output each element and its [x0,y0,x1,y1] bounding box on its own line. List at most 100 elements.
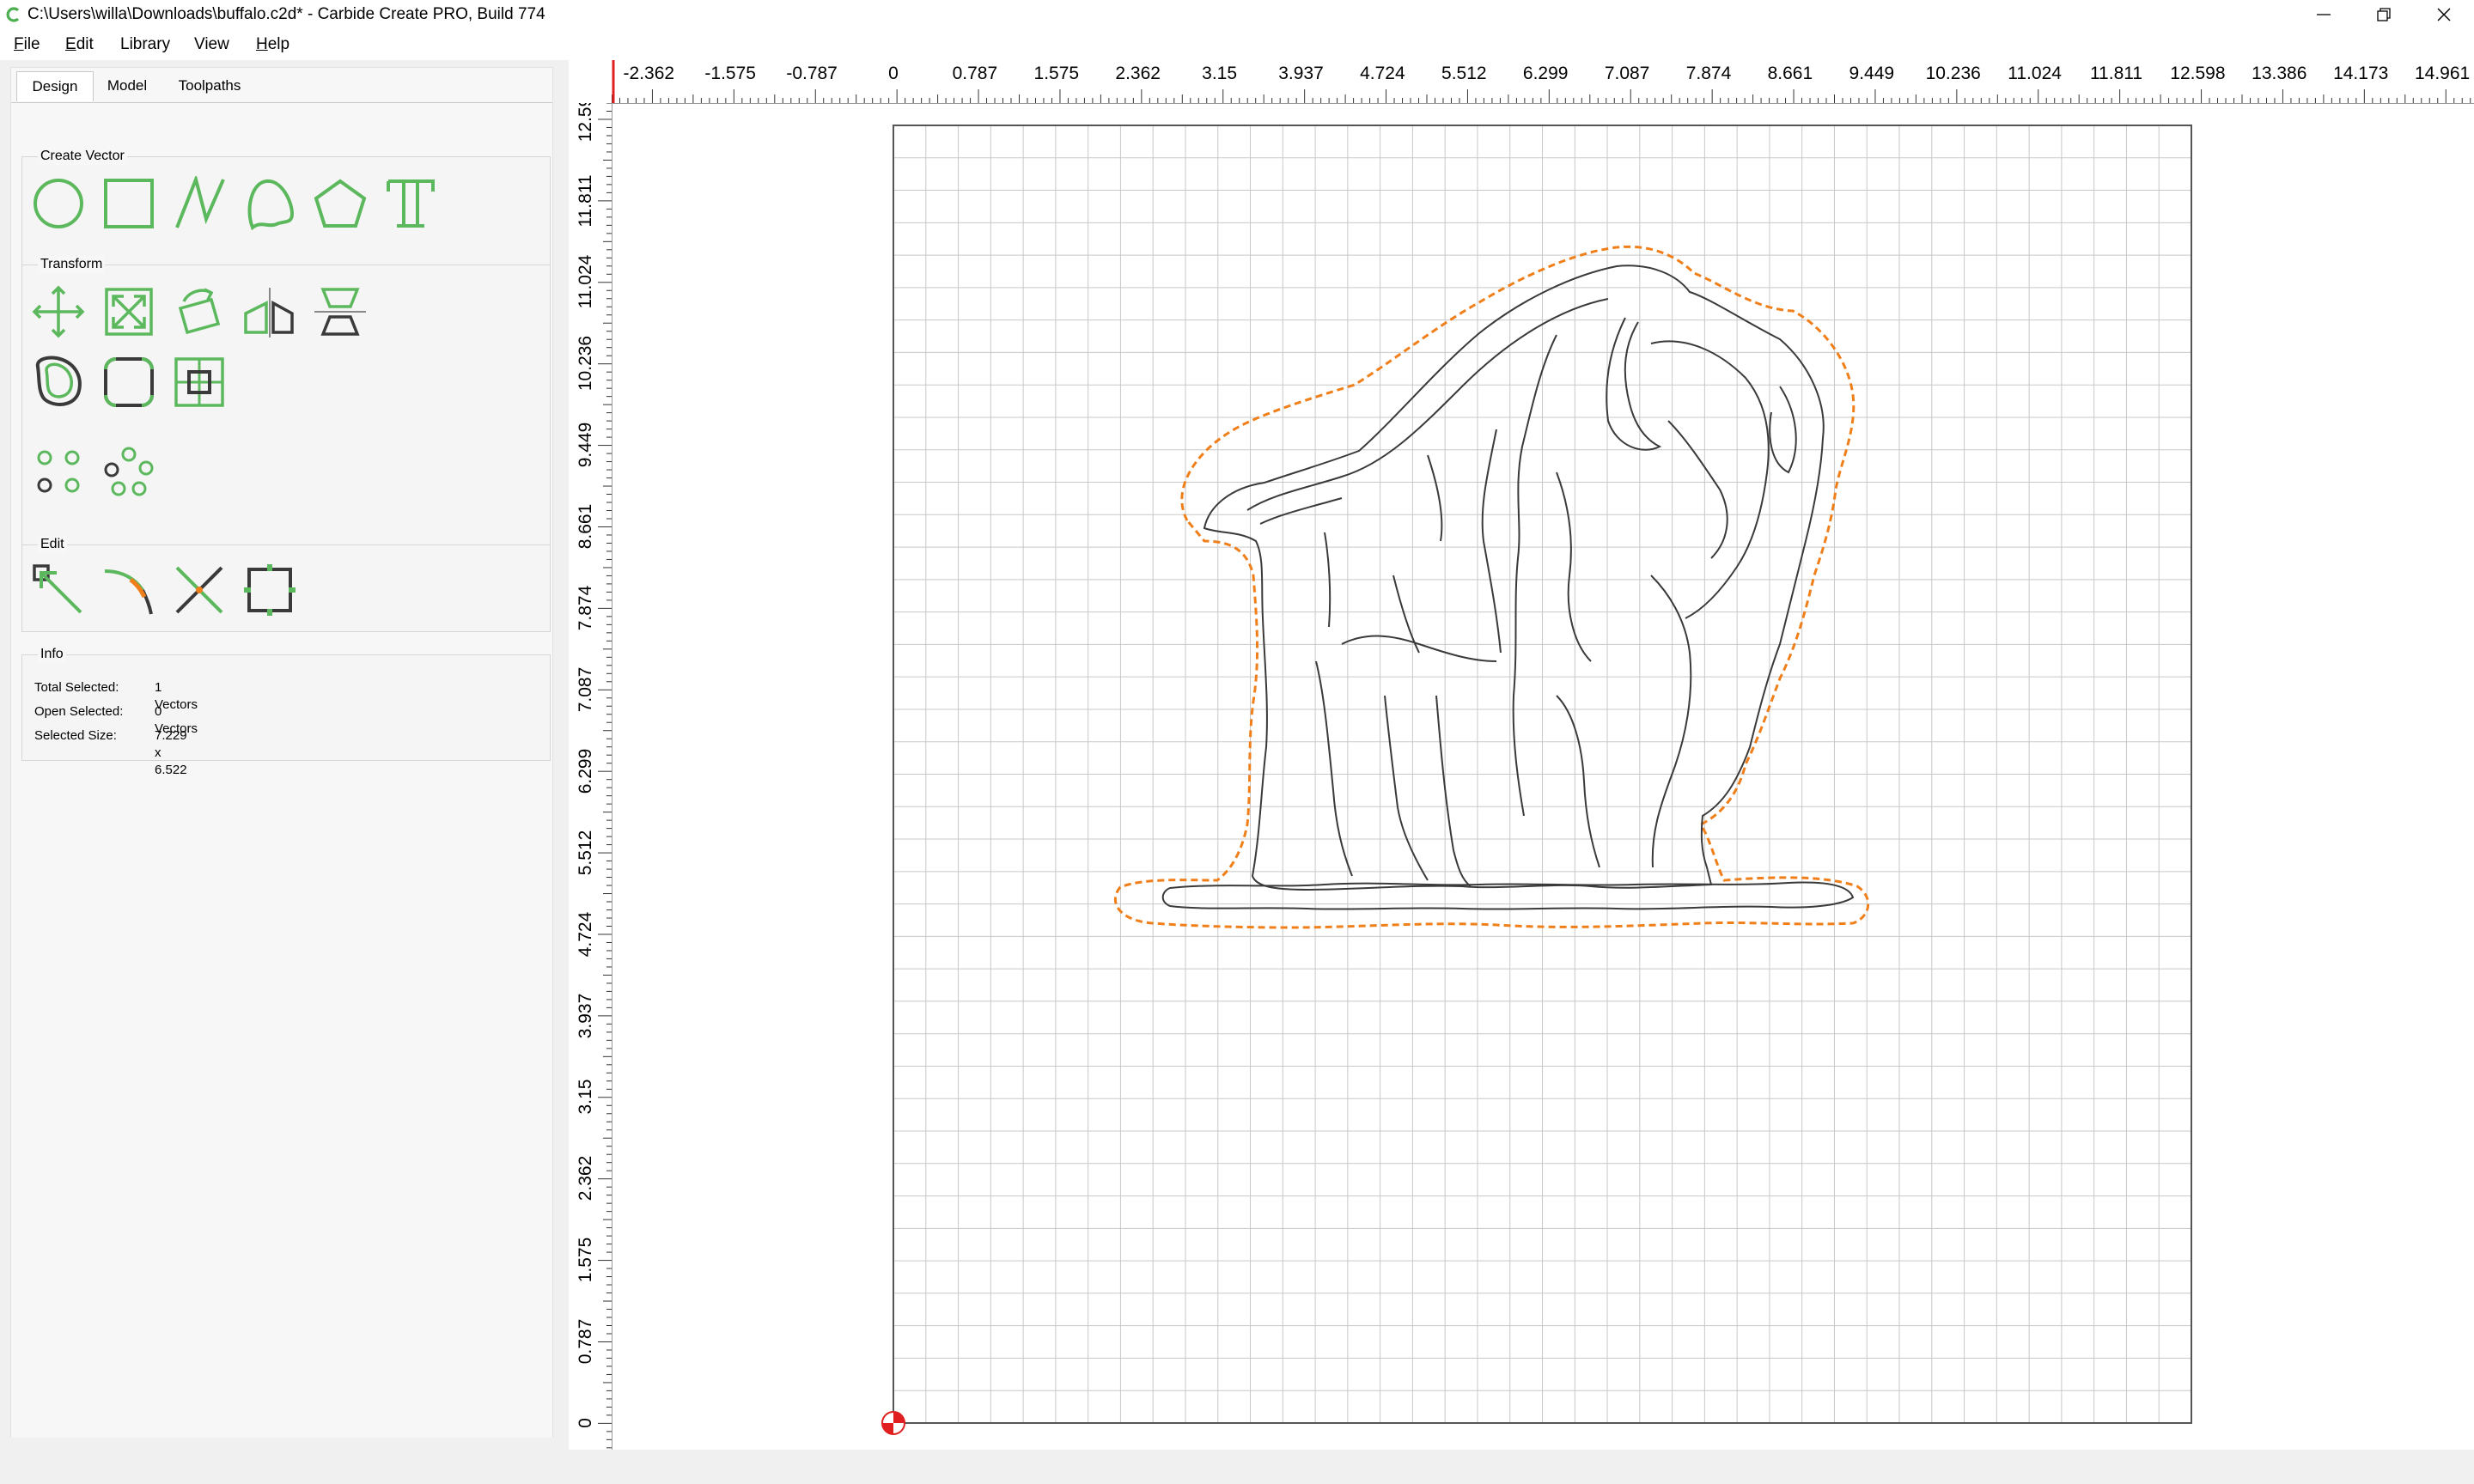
polyline-tool-button[interactable] [172,173,227,231]
circular-array-icon [104,447,154,496]
ruler-x-label: 11.811 [2089,64,2143,83]
menu-view[interactable]: View [192,34,231,55]
polygon-icon [314,179,367,228]
info-group: Info Total Selected: 1 Vectors Open Sele… [21,646,551,777]
mirror-tool-button[interactable] [242,284,297,339]
ruler-x-label: 0 [888,64,899,83]
move-icon [32,285,85,338]
fillet-icon [104,357,154,407]
node-edit-tool-button[interactable] [31,563,86,617]
offset-tool-button[interactable] [31,355,86,410]
design-canvas-area[interactable]: -2.362 -1.575 -0.787 0 0.787 1.575 2.362 3.15 3.… [569,60,2474,1450]
edit-group: Edit [21,536,551,632]
ruler-x-label: -0.787 [786,64,838,83]
ruler-x-label: 6.299 [1522,64,1569,83]
ruler-x-label: 8.661 [1767,64,1813,83]
ruler-x-label: 2.362 [1115,64,1161,83]
info-title: Info [38,646,66,663]
align-tool-button[interactable] [313,284,368,339]
selected-size-label: Selected Size: [34,728,117,743]
rotate-tool-button[interactable] [172,284,227,339]
tab-design[interactable]: Design [16,71,94,101]
ruler-x-label: 7.087 [1604,64,1650,83]
tab-bar: Design Model Toolpaths [11,68,552,104]
menu-edit[interactable]: Edit [64,34,95,55]
design-canvas[interactable] [569,60,2474,1450]
split-icon [175,566,223,614]
text-tool-button[interactable] [383,176,438,231]
close-icon [2437,8,2451,21]
array-icon [37,450,80,493]
ruler-corner [569,60,612,103]
left-panel: Design Model Toolpaths Create Vector Tra… [10,67,553,1438]
tab-model[interactable]: Model [97,71,157,100]
circle-icon [34,179,83,228]
close-button[interactable] [2414,0,2474,29]
window-title: C:\Users\willa\Downloads\buffalo.c2d* - … [27,5,545,23]
tab-toolpaths[interactable]: Toolpaths [162,71,257,100]
menu-help[interactable]: Help [254,34,291,55]
ruler-x-label: 7.874 [1685,64,1732,83]
ruler-x-label: 9.449 [1849,64,1895,83]
ruler-y-label: 8.661 [576,503,595,550]
total-selected-label: Total Selected: [34,680,119,695]
node-edit-icon [33,564,82,614]
ruler-x-label: 13.386 [2252,64,2307,83]
buffalo-vector [1161,265,1855,910]
ruler-y-label: 9.449 [576,422,595,468]
split-tool-button[interactable] [172,563,227,617]
status-bar [0,1450,2474,1484]
ruler-x-label: 1.575 [1033,64,1080,83]
minimize-button[interactable] [2294,0,2354,29]
rectangle-icon [104,179,154,228]
ruler-y-label: 0 [576,1418,595,1428]
ruler-x-label: 4.724 [1360,64,1405,83]
mirror-icon [244,288,294,338]
ruler-y-label: 12.59 [576,96,595,142]
open-selected-row: Open Selected: 0 Vectors [34,703,198,736]
curve-tool-button[interactable] [242,176,297,231]
ruler-x-label: 5.512 [1441,64,1487,83]
ruler-y-label: 0.787 [576,1318,595,1365]
curve-icon [247,179,295,231]
ruler-x-label: 0.787 [952,64,998,83]
ruler-y-label: 3.15 [576,1079,595,1115]
rectangle-tool-button[interactable] [101,176,156,231]
total-selected-row: Total Selected: 1 Vectors [34,679,198,712]
carbide-c-icon [6,7,20,22]
origin-marker [881,1411,905,1435]
selected-size-row: Selected Size: 7.229 x 6.522 [34,727,187,777]
move-tool-button[interactable] [31,284,86,339]
menu-file[interactable]: File [12,34,42,55]
menu-bar: File Edit Library View Help [0,29,2474,60]
design-panel: Create Vector Transform Edit Info Total … [11,102,552,1438]
polyline-icon [175,173,225,228]
fillet-tool-button[interactable] [101,355,156,410]
trim-tool-button[interactable] [101,563,156,617]
create-vector-title: Create Vector [38,148,127,165]
boolean-icon [174,357,224,407]
title-bar: C:\Users\willa\Downloads\buffalo.c2d* - … [0,0,2474,29]
horizontal-ruler: -2.362 -1.575 -0.787 0 0.787 1.575 2.362 3.15 3.… [569,60,2474,104]
circle-tool-button[interactable] [31,176,86,231]
restore-button[interactable] [2354,0,2414,29]
ruler-x-label: 12.598 [2170,64,2226,83]
circular-array-tool-button[interactable] [101,444,156,499]
selected-size-value: 7.229 x 6.522 [155,728,187,777]
ruler-y-label: 5.512 [576,830,595,875]
boolean-tool-button[interactable] [172,355,227,410]
scale-icon [105,288,153,336]
bounding-box-tool-button[interactable] [242,563,297,617]
ruler-x-label: 3.15 [1202,64,1238,83]
ruler-x-label: -2.362 [623,64,675,83]
rotate-icon [178,288,221,335]
ruler-y-label: 10.236 [576,336,595,392]
polygon-tool-button[interactable] [313,176,368,231]
align-icon [314,288,366,336]
text-icon [387,179,435,228]
ruler-y-label: 2.362 [576,1156,595,1201]
scale-tool-button[interactable] [101,284,156,339]
open-selected-label: Open Selected: [34,704,124,719]
array-tool-button[interactable] [31,444,86,499]
menu-library[interactable]: Library [119,34,172,55]
